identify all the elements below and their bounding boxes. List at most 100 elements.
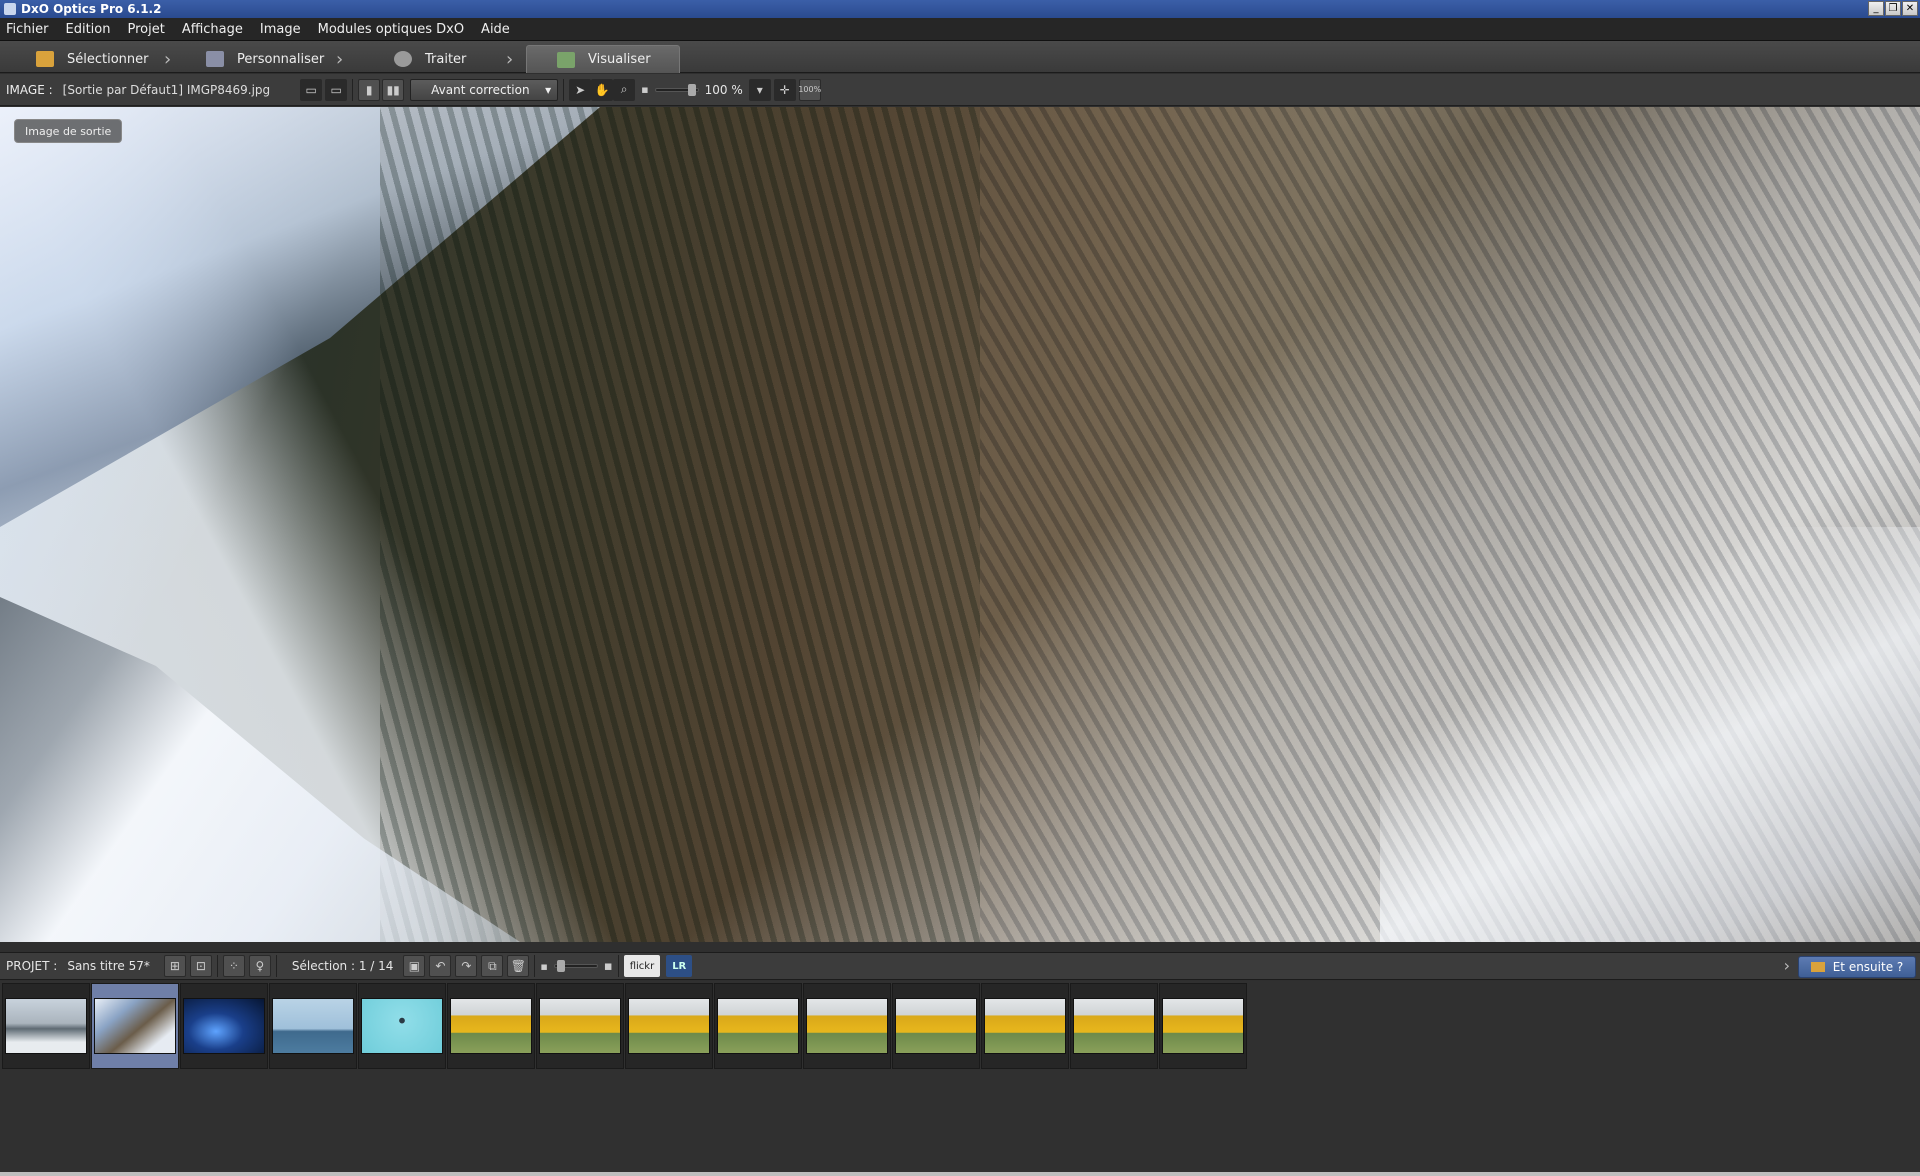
- toolbar-separator: [216, 955, 218, 977]
- filter-button[interactable]: ⊞: [163, 955, 186, 977]
- thumbnail-image: [539, 998, 621, 1054]
- title-bar: DxO Optics Pro 6.1.2 _ ❐ ✕: [0, 0, 1920, 18]
- tab-label: Personnaliser: [237, 51, 325, 67]
- chevron-right-icon: ›: [506, 48, 514, 70]
- project-name: Sans titre 57*: [67, 959, 150, 973]
- zoom-tool-icon[interactable]: ⌕: [613, 78, 636, 101]
- flickr-export-button[interactable]: flickr: [623, 955, 661, 977]
- thumbnail-item[interactable]: [447, 983, 535, 1069]
- zoom-preset-button[interactable]: ▾: [748, 78, 771, 101]
- thumb-size-small-icon: ▪: [540, 959, 548, 973]
- chevron-right-icon: ›: [1783, 956, 1790, 975]
- menu-affichage[interactable]: Affichage: [182, 22, 243, 37]
- tab-label: Sélectionner: [67, 51, 149, 67]
- thumbnail-image: [94, 998, 176, 1054]
- app-icon: [4, 3, 16, 15]
- thumbnail-list: [2, 983, 1247, 1069]
- copy-settings-button[interactable]: ⧉: [481, 955, 504, 977]
- workflow-tabs: Sélectionner › Personnaliser › Traiter ›…: [0, 41, 1920, 73]
- select-all-button[interactable]: ▣: [403, 955, 426, 977]
- thumbnail-size-slider[interactable]: [553, 960, 598, 972]
- minimize-button[interactable]: _: [1868, 1, 1884, 16]
- thumbnail-item[interactable]: [2, 983, 90, 1069]
- folder-icon: [1810, 962, 1825, 972]
- menu-projet[interactable]: Projet: [127, 22, 164, 37]
- view-mode-dropdown[interactable]: Avant correction ▾: [410, 78, 559, 101]
- tab-label: Visualiser: [588, 52, 651, 67]
- tab-visualiser[interactable]: Visualiser: [526, 45, 680, 73]
- pointer-tool-icon[interactable]: ➤: [569, 78, 592, 101]
- tab-traiter[interactable]: Traiter ›: [394, 45, 513, 73]
- toolbar-separator: [275, 955, 277, 977]
- zoom-out-icon[interactable]: ▪: [641, 83, 648, 96]
- bottom-border: [0, 1172, 1920, 1176]
- fit-to-screen-icon[interactable]: ✛: [773, 78, 796, 101]
- thumbnail-image: [895, 998, 977, 1054]
- compare-view-button[interactable]: ▮▮: [382, 78, 405, 101]
- thumbnail-item[interactable]: [180, 983, 268, 1069]
- whats-next-label: Et ensuite ?: [1832, 960, 1904, 974]
- chevron-down-icon: ▾: [545, 82, 552, 97]
- zoom-value: 100 %: [704, 82, 743, 97]
- thumbnail-item[interactable]: [892, 983, 980, 1069]
- chevron-right-icon: ›: [336, 48, 344, 70]
- hand-tool-icon[interactable]: ✋: [591, 78, 614, 101]
- thumbnail-image: [806, 998, 888, 1054]
- menu-image[interactable]: Image: [260, 22, 301, 37]
- menu-fichier[interactable]: Fichier: [6, 22, 49, 37]
- menu-modules-optiques[interactable]: Modules optiques DxO: [318, 22, 464, 37]
- menu-aide[interactable]: Aide: [481, 22, 510, 37]
- next-image-button[interactable]: ▭: [325, 78, 348, 101]
- lightroom-export-button[interactable]: LR: [666, 955, 693, 977]
- thumbnail-item[interactable]: [358, 983, 446, 1069]
- thumbnail-image: [5, 998, 87, 1054]
- whats-next-button[interactable]: Et ensuite ?: [1798, 956, 1916, 978]
- view-icon: [557, 51, 575, 68]
- view-mode-value: Avant correction: [431, 82, 530, 97]
- window-title: DxO Optics Pro 6.1.2: [21, 2, 162, 16]
- thumbnail-item[interactable]: [803, 983, 891, 1069]
- thumbnail-item[interactable]: [269, 983, 357, 1069]
- resize-grip[interactable]: • • •: [950, 941, 974, 942]
- delete-icon[interactable]: 🗑: [507, 955, 530, 977]
- thumbnail-item[interactable]: [981, 983, 1069, 1069]
- rotate-left-icon[interactable]: ↶: [429, 955, 452, 977]
- tab-personnaliser[interactable]: Personnaliser ›: [206, 45, 343, 73]
- thumbnail-image: [183, 998, 265, 1054]
- image-toolbar: IMAGE : [Sortie par Défaut1] IMGP8469.jp…: [0, 74, 1920, 106]
- thumbnail-item[interactable]: [91, 983, 179, 1069]
- thumbnail-item[interactable]: [1070, 983, 1158, 1069]
- close-button[interactable]: ✕: [1902, 1, 1918, 16]
- sort-button[interactable]: ⊡: [189, 955, 212, 977]
- project-bar: PROJET : Sans titre 57* ⊞ ⊡ ⁘ ♀ Sélectio…: [0, 952, 1920, 980]
- chevron-right-icon: ›: [164, 48, 172, 70]
- grid-view-button[interactable]: ⁘: [222, 955, 245, 977]
- info-button[interactable]: ♀: [248, 955, 271, 977]
- image-label: IMAGE :: [6, 82, 53, 97]
- thumbnail-item[interactable]: [625, 983, 713, 1069]
- thumbnail-item[interactable]: [536, 983, 624, 1069]
- thumbnail-image: [628, 998, 710, 1054]
- thumbnail-image: [984, 998, 1066, 1054]
- toolbar-separator: [563, 78, 565, 101]
- thumbnail-image: [361, 998, 443, 1054]
- rotate-right-icon[interactable]: ↷: [455, 955, 478, 977]
- zoom-100-button[interactable]: 100%: [798, 78, 821, 101]
- selection-count: Sélection : 1 / 14: [291, 959, 394, 973]
- tab-selectionner[interactable]: Sélectionner ›: [36, 45, 171, 73]
- image-viewer[interactable]: Image de sortie • • •: [0, 107, 1920, 942]
- maximize-button[interactable]: ❐: [1885, 1, 1901, 16]
- prev-image-button[interactable]: ▭: [300, 78, 323, 101]
- thumbnail-image: [450, 998, 532, 1054]
- thumbnail-slider-knob[interactable]: [556, 960, 565, 972]
- filmstrip: [0, 981, 1920, 1176]
- zoom-slider-knob[interactable]: [687, 83, 696, 96]
- single-view-button[interactable]: ▮: [358, 78, 381, 101]
- output-image-badge: Image de sortie: [14, 119, 123, 143]
- zoom-slider[interactable]: [654, 83, 699, 96]
- thumbnail-item[interactable]: [1159, 983, 1247, 1069]
- menu-bar: Fichier Edition Projet Affichage Image M…: [0, 18, 1920, 41]
- photo-region: [380, 107, 980, 942]
- menu-edition[interactable]: Edition: [66, 22, 111, 37]
- thumbnail-item[interactable]: [714, 983, 802, 1069]
